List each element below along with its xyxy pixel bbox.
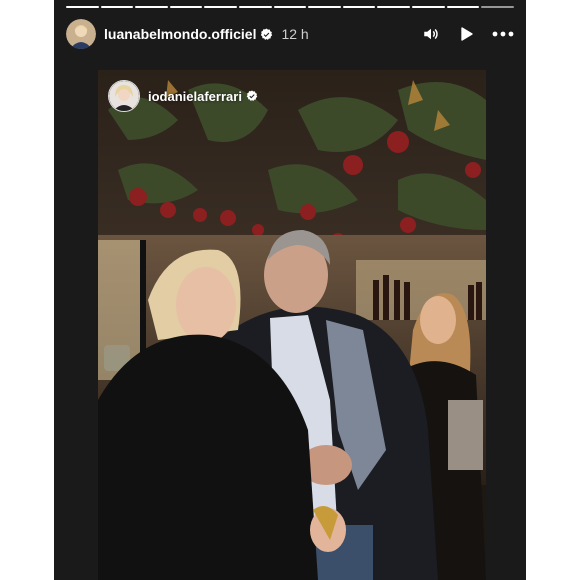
story-timestamp: 12 h: [281, 26, 309, 42]
play-icon[interactable]: [458, 26, 474, 42]
progress-segment: [446, 6, 480, 8]
story-media[interactable]: iodanielaferrari: [98, 70, 486, 580]
user-avatar[interactable]: [66, 19, 96, 49]
progress-segment: [239, 6, 272, 8]
story-viewer: luanabelmondo.officiel 12 h iodanielafer…: [54, 0, 526, 580]
progress-segment: [135, 6, 168, 8]
story-progress-bar: [66, 6, 514, 8]
progress-segment: [412, 6, 445, 8]
progress-segment: [204, 6, 238, 8]
verified-badge-icon: [260, 28, 273, 41]
more-icon[interactable]: [492, 26, 514, 42]
mention-tag[interactable]: iodanielaferrari: [108, 80, 258, 112]
video-frame: [98, 70, 486, 580]
story-header: luanabelmondo.officiel 12 h: [66, 18, 514, 50]
speaker-icon[interactable]: [422, 25, 440, 43]
verified-badge-icon: [246, 90, 258, 102]
progress-segment: [100, 6, 134, 8]
mention-username[interactable]: iodanielaferrari: [148, 89, 242, 104]
progress-segment: [377, 6, 411, 8]
progress-segment: [342, 6, 376, 8]
mention-avatar[interactable]: [108, 80, 140, 112]
story-controls: [422, 25, 514, 43]
progress-segment: [273, 6, 307, 8]
username[interactable]: luanabelmondo.officiel: [104, 26, 256, 42]
progress-segment: [66, 6, 99, 8]
progress-segment: [481, 6, 514, 8]
progress-segment: [169, 6, 203, 8]
progress-segment: [308, 6, 341, 8]
